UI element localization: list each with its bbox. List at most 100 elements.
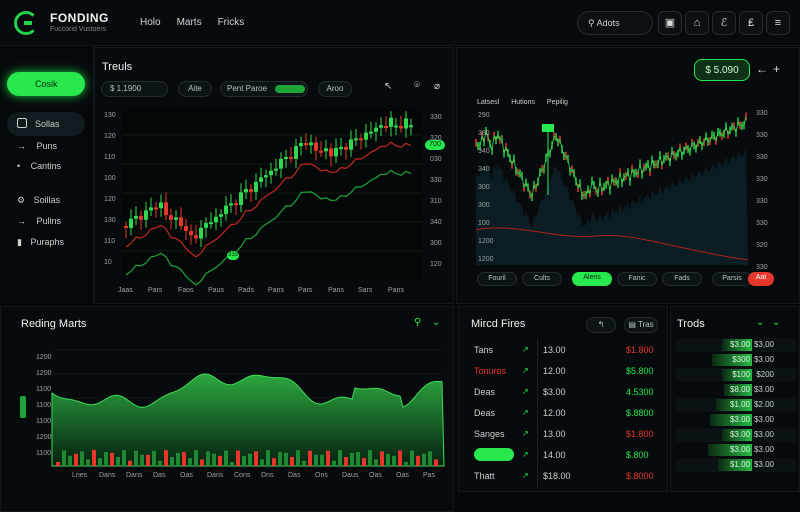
trend-row[interactable]: $3.00 $3.00	[676, 413, 796, 427]
candle-body	[334, 147, 338, 157]
volume-bar	[188, 458, 192, 466]
sidebar-item-soillas[interactable]: ⚙ Soillas	[17, 195, 60, 206]
volume-bar	[398, 450, 402, 466]
candle-body	[284, 157, 288, 160]
volume-bar	[344, 456, 348, 466]
range-button[interactable]: Aleris	[572, 272, 612, 286]
sidebar-item-puns[interactable]: → Puns	[17, 141, 57, 151]
x-tick-label: Pars	[148, 287, 163, 294]
sidebar-item-puraphs[interactable]: ▮ Puraphs	[17, 237, 64, 248]
candle-body	[214, 216, 218, 223]
volume-bar	[236, 450, 240, 466]
row-mid: 12.00	[543, 408, 566, 418]
range-button[interactable]: Cults	[522, 272, 562, 286]
nav-item-fricks[interactable]: Fricks	[218, 17, 245, 28]
trend-row[interactable]: $8.00 $3.00	[676, 383, 796, 397]
x-tick-label: Das	[288, 472, 301, 479]
trend-value: $3.00	[753, 460, 774, 469]
y-tick-label: 1100	[36, 386, 52, 393]
trend-value: $3,00	[753, 340, 774, 349]
value-field[interactable]: $ 1.1900	[101, 81, 168, 97]
x-tick-label: Oas	[369, 472, 382, 479]
column-divider	[537, 338, 538, 488]
area-chart	[51, 349, 445, 467]
highlight-pill[interactable]	[474, 448, 514, 461]
chevron-down-icon[interactable]: ⌄	[432, 317, 440, 328]
row-value: 4.5300	[626, 387, 654, 397]
row-mid: 13.00	[543, 345, 566, 355]
plus-icon[interactable]: +	[773, 62, 780, 76]
volume-bar	[272, 458, 276, 466]
x-tick-label: Pans	[388, 287, 404, 294]
cursor-icon[interactable]: ↖	[384, 81, 392, 92]
candle-body	[384, 126, 388, 128]
scroll-handle[interactable]	[20, 396, 26, 418]
range-button[interactable]: Fouril	[477, 272, 517, 286]
sidebar-item-pulins[interactable]: → Pulins	[17, 216, 61, 226]
volume-bar	[164, 450, 168, 466]
chevron-down-icon[interactable]: ⌄	[772, 317, 780, 328]
candle-body	[289, 157, 293, 160]
right-value-button[interactable]: $ 5.090	[694, 59, 750, 81]
search-label: Adots	[596, 18, 620, 28]
sidebar-item-cantins[interactable]: • Cantins	[17, 161, 61, 171]
volume-bar	[392, 455, 396, 466]
wrench-icon[interactable]: ℰ	[712, 11, 736, 35]
control-pent-paroe[interactable]: Pent Paroe	[220, 81, 308, 97]
volume-bar	[374, 459, 378, 466]
trend-row[interactable]: $3.00 $3.00	[676, 443, 796, 457]
chevron-down-icon[interactable]: ⌄	[756, 317, 764, 328]
volume-bar	[104, 452, 108, 466]
bar-icon: ▮	[17, 237, 25, 247]
nav-item-marts[interactable]: Marts	[177, 17, 202, 28]
right-tick-label: 030	[430, 156, 442, 163]
trend-row[interactable]: $1.00 $2.00	[676, 398, 796, 412]
trend-row[interactable]: $1.00 $3.00	[676, 458, 796, 472]
candle-body	[364, 132, 368, 140]
square-icon	[17, 118, 27, 128]
menu-icon[interactable]: ≡	[766, 11, 790, 35]
nav-item-holo[interactable]: Holo	[140, 17, 161, 28]
candle-body	[179, 217, 183, 227]
y-tick-label: 10	[104, 259, 112, 266]
back-arrow-icon[interactable]: ←	[756, 62, 768, 76]
search-field[interactable]: ⚲ Adots	[577, 11, 653, 35]
range-button[interactable]: Fanic	[617, 272, 657, 286]
help-icon[interactable]: ⌀	[434, 81, 440, 92]
right-tick-label: 310	[430, 198, 442, 205]
range-button[interactable]: Aat	[748, 272, 774, 286]
candle-body	[134, 215, 138, 219]
x-tick-label: Dans	[126, 472, 143, 479]
fixed-tab[interactable]: ▤ Tras	[624, 317, 658, 333]
volume-bar	[356, 452, 360, 466]
moving-average-red	[125, 141, 412, 258]
control-aroo[interactable]: Aroo	[318, 81, 352, 97]
sidebar-primary-button[interactable]: Cosik	[7, 72, 85, 96]
range-button[interactable]: Parsis	[712, 272, 752, 286]
trend-label: $3.00	[729, 415, 750, 424]
trend-row[interactable]: $3.00 $3.00	[676, 428, 796, 442]
dollar-icon[interactable]: ₤	[739, 11, 763, 35]
trend-row[interactable]: $300 $3.00	[676, 353, 796, 367]
trend-row[interactable]: $3.00 $3,00	[676, 338, 796, 352]
y-tick-label: 300	[478, 202, 490, 209]
calendar-icon[interactable]: ▣	[658, 11, 682, 35]
fixed-arrow-button[interactable]: ↰	[586, 317, 616, 333]
right-tick-label: 120	[430, 261, 442, 268]
home-icon[interactable]: ⌂	[685, 11, 709, 35]
sidebar-item-label: Puraphs	[30, 237, 64, 247]
settings-icon[interactable]: ⌾	[414, 80, 420, 91]
trend-row[interactable]: $100 $200	[676, 368, 796, 382]
x-tick-label: Pans	[268, 287, 284, 294]
row-name: Tans	[474, 345, 494, 355]
candle-body	[279, 158, 283, 169]
trend-label: $1.00	[729, 460, 750, 469]
y-tick-label: 330	[756, 198, 768, 205]
range-button[interactable]: Fads	[662, 272, 702, 286]
volume-bar	[116, 456, 120, 466]
search-icon[interactable]: ⚲	[414, 317, 421, 328]
row-mid: $18.00	[543, 471, 571, 481]
control-aite[interactable]: Aite	[178, 81, 212, 97]
volume-bar	[260, 459, 264, 466]
sidebar-item-label: Puns	[36, 141, 58, 151]
